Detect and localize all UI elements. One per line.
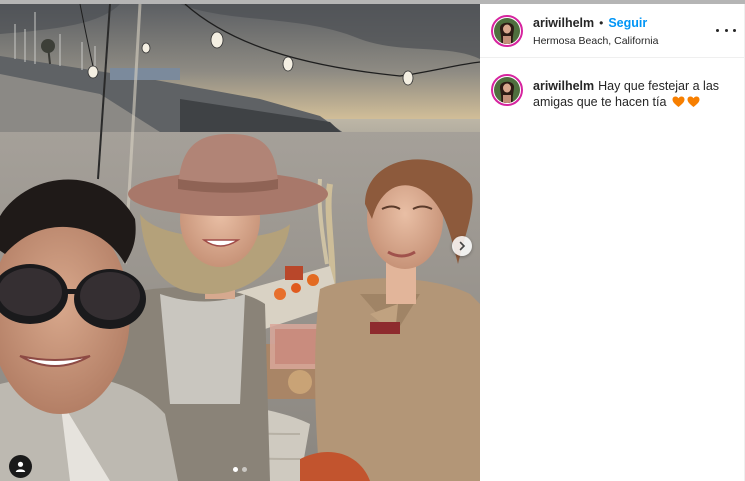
more-options-icon[interactable] (716, 22, 736, 38)
carousel-indicator (233, 467, 247, 472)
orange-heart-icon (672, 96, 685, 107)
caption-username[interactable]: ariwilhelm (533, 79, 594, 93)
post-photo (0, 4, 480, 481)
separator-dot: • (599, 16, 604, 30)
post-details-panel: ariwilhelm • Seguir Hermosa Beach, Calif… (480, 4, 745, 481)
carousel-dot (242, 467, 247, 472)
caption-author-avatar[interactable] (491, 74, 523, 106)
post-location[interactable]: Hermosa Beach, California (533, 35, 658, 47)
post-caption: ariwilhelm Hay que festejar a las amigas … (533, 78, 738, 110)
tagged-users-button[interactable] (9, 455, 32, 478)
user-tag-icon (15, 461, 26, 472)
carousel-next-button[interactable] (452, 236, 472, 256)
post-header: ariwilhelm • Seguir Hermosa Beach, Calif… (480, 4, 745, 58)
author-username[interactable]: ariwilhelm (533, 16, 594, 30)
post-media[interactable] (0, 4, 480, 481)
chevron-right-icon (459, 241, 466, 251)
carousel-dot-active (233, 467, 238, 472)
orange-heart-icon (687, 96, 700, 107)
header-user-line: ariwilhelm • Seguir (533, 16, 647, 30)
follow-button[interactable]: Seguir (608, 16, 647, 30)
author-avatar[interactable] (491, 15, 523, 47)
